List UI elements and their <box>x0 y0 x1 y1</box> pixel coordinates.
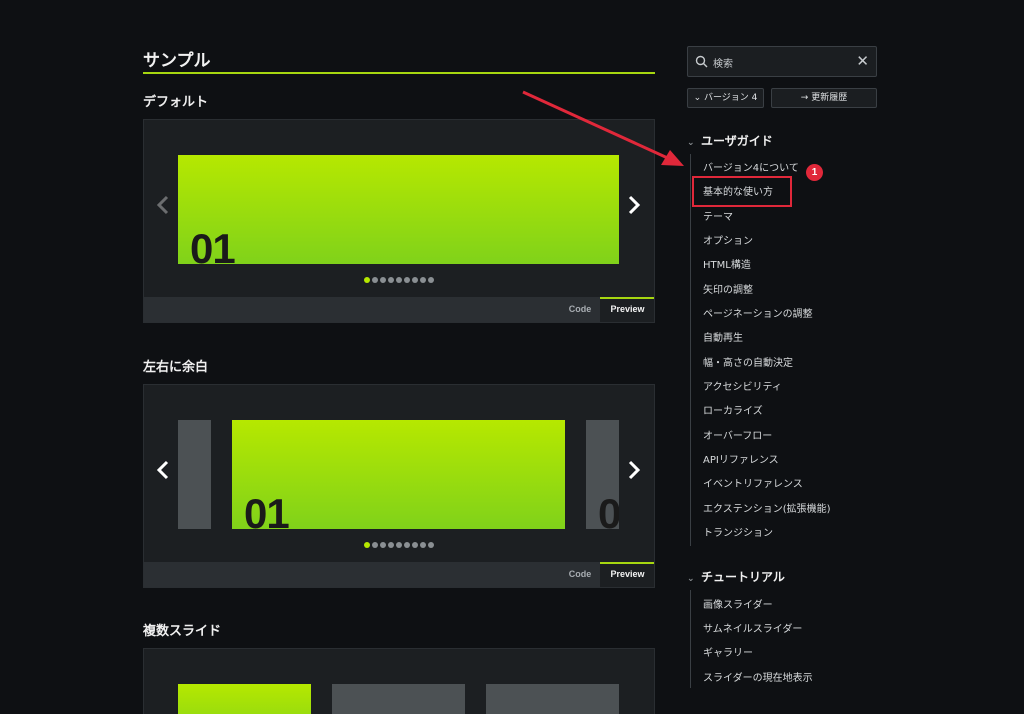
pagination-dot[interactable] <box>404 277 410 283</box>
section-title-padding: 左右に余白 <box>143 360 209 375</box>
pagination-dot[interactable] <box>388 277 394 283</box>
slide-number: 01 <box>190 225 236 264</box>
prev-arrow-button[interactable] <box>153 194 173 224</box>
group-title-label: チュートリアル <box>701 570 785 584</box>
pagination-dot[interactable] <box>420 542 426 548</box>
nav-group-user-guide[interactable]: ⌄ ユーザガイド <box>687 132 773 149</box>
nav-item[interactable]: 矢印の調整 <box>703 281 753 296</box>
tab-preview[interactable]: Preview <box>600 562 654 587</box>
chevron-right-icon <box>628 195 641 215</box>
nav-group-tutorial[interactable]: ⌄ チュートリアル <box>687 568 785 585</box>
chevron-down-icon: ⌄ <box>687 574 695 584</box>
chevron-left-icon <box>156 460 169 480</box>
slide-number: 0 <box>598 490 619 529</box>
slider-demo-padding: 01 0 Code Preview <box>143 384 655 588</box>
nav-item[interactable]: オプション <box>703 232 753 247</box>
next-arrow-button[interactable] <box>624 459 644 489</box>
nav-item[interactable]: ローカライズ <box>703 402 763 417</box>
prev-arrow-button[interactable] <box>153 459 173 489</box>
nav-list-user-guide: バージョン4について 基本的な使い方 テーマ オプション HTML構造 矢印の調… <box>690 154 831 546</box>
annotation-badge: 1 <box>806 164 823 181</box>
nav-item[interactable]: イベントリファレンス <box>703 475 803 490</box>
annotation-highlight-box <box>692 176 792 207</box>
page-title: サンプル <box>143 51 211 71</box>
section-title-default: デフォルト <box>143 95 209 110</box>
chevron-left-icon <box>156 195 169 215</box>
pagination-dots[interactable] <box>144 277 654 285</box>
slide-number: 01 <box>244 490 290 529</box>
nav-item[interactable]: スライダーの現在地表示 <box>703 669 813 684</box>
slider-demo-default: 01 Code Preview <box>143 119 655 323</box>
arrow-right-icon: → <box>800 93 812 103</box>
group-title-label: ユーザガイド <box>701 134 773 148</box>
chevron-down-icon: ⌄ <box>693 93 704 103</box>
nav-item[interactable]: ページネーションの調整 <box>703 305 813 320</box>
changelog-label: 更新履歴 <box>811 93 848 103</box>
pagination-dots[interactable] <box>144 542 654 550</box>
slide-next-peek: 0 <box>586 420 619 529</box>
pagination-dot[interactable] <box>412 277 418 283</box>
nav-item[interactable]: 自動再生 <box>703 329 743 344</box>
pagination-dot[interactable] <box>380 277 386 283</box>
pagination-dot[interactable] <box>380 542 386 548</box>
nav-item[interactable]: エクステンション(拡張機能) <box>703 500 831 515</box>
search-icon <box>695 55 708 68</box>
close-icon[interactable]: ✕ <box>856 54 869 69</box>
nav-item[interactable]: HTML構造 <box>703 256 751 271</box>
code-preview-bar: Code Preview <box>144 297 654 322</box>
slider-demo-multiple <box>143 648 655 714</box>
nav-item[interactable]: サムネイルスライダー <box>703 620 802 635</box>
nav-item[interactable]: ギャラリー <box>703 644 753 659</box>
pagination-dot[interactable] <box>396 277 402 283</box>
changelog-button[interactable]: → 更新履歴 <box>771 88 877 108</box>
pagination-dot[interactable] <box>364 542 370 548</box>
slide-1: 01 <box>178 155 619 264</box>
slide-1 <box>178 684 311 714</box>
search-placeholder: 検索 <box>713 59 733 70</box>
tab-preview[interactable]: Preview <box>600 297 654 322</box>
next-arrow-button[interactable] <box>624 194 644 224</box>
pagination-dot[interactable] <box>420 277 426 283</box>
pagination-dot[interactable] <box>364 277 370 283</box>
pagination-dot[interactable] <box>388 542 394 548</box>
nav-item[interactable]: テーマ <box>703 208 733 223</box>
nav-item[interactable]: アクセシビリティ <box>703 378 782 393</box>
pagination-dot[interactable] <box>372 542 378 548</box>
chevron-right-icon <box>628 460 641 480</box>
nav-list-tutorial: 画像スライダー サムネイルスライダー ギャラリー スライダーの現在地表示 <box>690 590 813 688</box>
chevron-down-icon: ⌄ <box>687 138 695 148</box>
slide-3 <box>486 684 619 714</box>
code-preview-bar: Code Preview <box>144 562 654 587</box>
pagination-dot[interactable] <box>428 542 434 548</box>
search-input[interactable]: 検索 ✕ <box>687 46 877 77</box>
version-button[interactable]: ⌄ バージョン 4 <box>687 88 764 108</box>
slide-1: 01 <box>232 420 565 529</box>
nav-item[interactable]: バージョン4について <box>703 159 799 174</box>
nav-item[interactable]: オーバーフロー <box>703 427 772 442</box>
nav-item[interactable]: 幅・高さの自動決定 <box>703 354 793 369</box>
version-label: バージョン 4 <box>703 93 758 103</box>
pagination-dot[interactable] <box>396 542 402 548</box>
nav-item[interactable]: APIリファレンス <box>703 451 779 466</box>
pagination-dot[interactable] <box>404 542 410 548</box>
slide-prev-peek <box>178 420 211 529</box>
nav-item[interactable]: 画像スライダー <box>703 596 773 611</box>
pagination-dot[interactable] <box>428 277 434 283</box>
pagination-dot[interactable] <box>372 277 378 283</box>
slide-2 <box>332 684 465 714</box>
pagination-dot[interactable] <box>412 542 418 548</box>
nav-item[interactable]: トランジション <box>703 524 773 539</box>
section-title-multiple: 複数スライド <box>143 624 222 639</box>
title-underline <box>143 72 655 74</box>
